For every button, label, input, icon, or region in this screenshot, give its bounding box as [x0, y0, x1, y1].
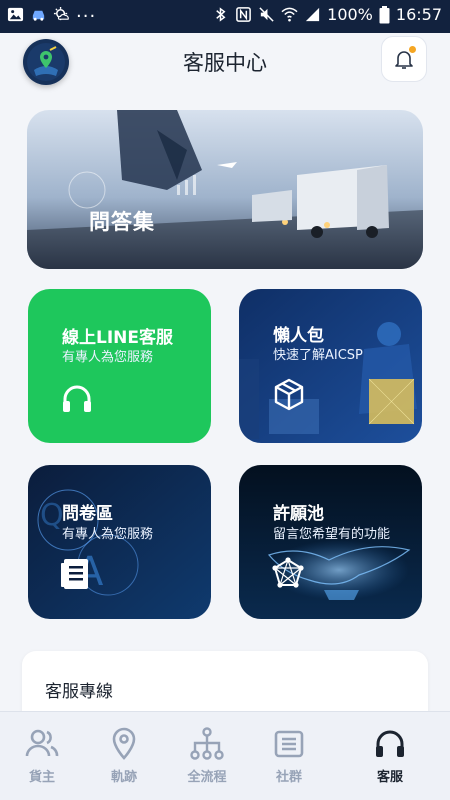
network-icon	[272, 557, 304, 588]
survey-background-image: A Q	[28, 465, 211, 619]
faq-card[interactable]: 問答集	[27, 110, 423, 269]
box-icon	[274, 378, 304, 411]
location-pin-icon	[112, 727, 136, 760]
nav-item-track[interactable]: 軌跡	[82, 712, 166, 800]
survey-card[interactable]: A Q 問卷區 有專人為您服務	[28, 465, 211, 619]
hierarchy-icon	[190, 727, 224, 760]
nav-label-community: 社群	[275, 770, 302, 785]
nav-label-shipper: 貨主	[28, 770, 55, 785]
wish-pool-background-image	[239, 465, 422, 619]
nav-label-customer-service: 客服	[376, 770, 403, 785]
status-right-icons: 100% 16:57	[212, 5, 442, 24]
status-time: 16:57	[395, 5, 442, 24]
hotline-label: 客服專線	[45, 682, 113, 702]
quick-guide-title: 懶人包	[273, 326, 324, 346]
nav-label-full-process: 全流程	[187, 770, 227, 785]
nfc-icon	[236, 7, 252, 22]
wish-pool-subtitle: 留言您希望有的功能	[273, 527, 391, 542]
mute-icon	[259, 7, 274, 22]
headphones-icon	[63, 385, 91, 412]
battery-icon	[379, 5, 390, 23]
nav-item-community[interactable]: 社群	[247, 712, 331, 800]
status-left-icons: ...	[7, 1, 96, 23]
nav-item-customer-service[interactable]: 客服	[348, 712, 432, 800]
quick-guide-background-image	[239, 289, 422, 443]
status-more-dots: ...	[76, 1, 97, 22]
nav-item-full-process[interactable]: 全流程	[165, 712, 249, 800]
survey-subtitle: 有專人為您服務	[62, 527, 154, 542]
header: 客服中心	[0, 33, 450, 89]
faq-background-image	[27, 110, 423, 269]
quick-guide-subtitle: 快速了解AICSP	[273, 348, 363, 363]
users-icon	[25, 729, 59, 757]
car-icon	[32, 10, 45, 21]
line-support-subtitle: 有專人為您服務	[62, 350, 154, 365]
wifi-icon	[281, 7, 298, 22]
nav-label-track: 軌跡	[110, 770, 137, 785]
status-bar: ... 100% 16:57	[0, 0, 450, 33]
svg-text:Q: Q	[40, 498, 64, 533]
line-support-title: 線上LINE客服	[62, 328, 173, 348]
battery-percent: 100%	[327, 5, 373, 24]
list-icon	[274, 730, 304, 758]
list-document-icon	[61, 559, 88, 589]
quick-guide-card[interactable]: 懶人包 快速了解AICSP	[239, 289, 422, 443]
image-icon	[7, 7, 24, 22]
wish-pool-card[interactable]: 許願池 留言您希望有的功能	[239, 465, 422, 619]
signal-icon	[306, 7, 320, 22]
line-support-card[interactable]: 線上LINE客服 有專人為您服務	[28, 289, 211, 443]
faq-label: 問答集	[89, 210, 155, 234]
notification-dot	[409, 46, 416, 53]
notification-button[interactable]	[381, 36, 427, 82]
bluetooth-icon	[216, 7, 226, 22]
nav-item-shipper[interactable]: 貨主	[0, 712, 84, 800]
bottom-navigation: 貨主 軌跡 全流程 社群 客服	[0, 711, 450, 800]
weather-icon	[53, 6, 69, 21]
wish-pool-title: 許願池	[273, 504, 324, 524]
headphones-icon	[376, 730, 404, 757]
survey-title: 問卷區	[62, 504, 113, 524]
